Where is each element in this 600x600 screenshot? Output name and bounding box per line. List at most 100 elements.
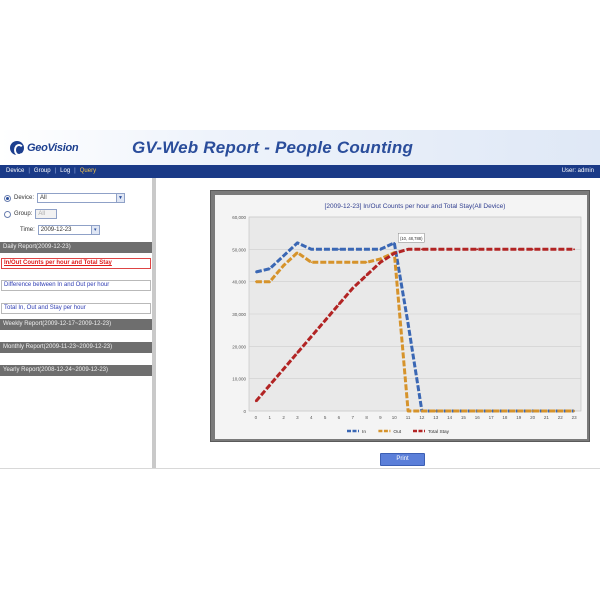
data-point <box>545 248 548 251</box>
legend-label: In <box>362 429 366 435</box>
x-tick-label: 4 <box>310 415 313 420</box>
x-tick-label: 7 <box>351 415 354 420</box>
data-point <box>559 248 562 251</box>
data-point <box>407 248 409 251</box>
x-tick-label: 21 <box>544 415 550 420</box>
data-point <box>255 400 257 403</box>
data-point <box>255 271 257 273</box>
daily-report-header[interactable]: Daily Report(2009-12-23) <box>0 242 152 253</box>
data-point <box>490 410 492 412</box>
nav-item-group[interactable]: Group <box>34 168 51 174</box>
monthly-report-header[interactable]: Monthly Report(2009-11-23~2009-12-23) <box>0 342 152 353</box>
report-link-total-in-out-stay[interactable]: Total In, Out and Stay per hour <box>1 303 151 314</box>
time-row: Time: 2009-12-23 ▾ <box>20 225 100 235</box>
footer-divider <box>0 468 600 469</box>
x-tick-label: 11 <box>406 415 411 420</box>
data-point <box>282 264 285 267</box>
group-label: Group: <box>14 211 33 217</box>
x-tick-label: 19 <box>516 415 522 420</box>
group-select[interactable]: All <box>35 209 58 219</box>
data-point <box>407 322 409 325</box>
data-point <box>365 248 368 251</box>
nav-item-log[interactable]: Log <box>60 168 70 174</box>
date-input[interactable]: 2009-12-23 ▾ <box>37 225 100 235</box>
chevron-down-icon: ▼ <box>116 194 125 202</box>
user-label: User: admin <box>561 168 594 174</box>
data-point <box>351 287 354 290</box>
data-point <box>324 248 326 251</box>
calendar-icon[interactable]: ▾ <box>90 226 99 234</box>
data-point <box>268 280 271 283</box>
data-point <box>517 410 520 412</box>
page-title: GV-Web Report - People Counting <box>132 138 414 157</box>
data-point <box>407 410 409 412</box>
x-tick-label: 14 <box>447 415 453 420</box>
data-point <box>476 248 479 251</box>
report-link-difference[interactable]: Difference between In and Out per hour <box>1 280 151 291</box>
data-point <box>282 254 285 257</box>
data-point <box>573 248 575 251</box>
data-point <box>255 280 257 283</box>
data-point <box>338 303 340 306</box>
x-tick-label: 8 <box>365 415 368 420</box>
data-point <box>296 241 299 244</box>
data-point <box>310 248 313 251</box>
device-radio[interactable] <box>4 194 11 202</box>
data-point <box>351 261 354 264</box>
x-tick-label: 15 <box>461 415 467 420</box>
nav-separator: | <box>74 168 76 174</box>
tooltip-text: (10, 48,788) <box>400 236 423 241</box>
nav-separator: | <box>28 168 30 174</box>
data-point <box>517 248 520 251</box>
x-tick-label: 18 <box>502 415 508 420</box>
data-point <box>393 241 396 244</box>
x-tick-label: 22 <box>558 415 564 420</box>
data-point <box>268 384 271 387</box>
device-select-value: All <box>40 195 47 201</box>
data-point <box>434 410 437 412</box>
x-tick-label: 13 <box>433 415 439 420</box>
data-point <box>338 248 340 251</box>
nav-bar: Device | Group | Log | Query User: admin <box>0 165 600 178</box>
group-radio[interactable] <box>4 210 11 218</box>
device-select[interactable]: All ▼ <box>37 193 126 203</box>
x-tick-label: 0 <box>255 415 258 420</box>
group-row: Group: All <box>4 209 58 219</box>
device-label: Device: <box>14 195 35 201</box>
y-tick-label: 0 <box>243 409 246 414</box>
y-tick-label: 40,000 <box>232 280 246 285</box>
print-button[interactable]: Print <box>380 453 425 466</box>
x-tick-label: 17 <box>489 415 495 420</box>
geovision-logo-icon <box>10 141 24 156</box>
y-tick-label: 50,000 <box>232 247 246 252</box>
time-label: Time: <box>20 227 35 233</box>
x-tick-label: 9 <box>379 415 382 420</box>
weekly-report-header[interactable]: Weekly Report(2009-12-17~2009-12-23) <box>0 319 152 330</box>
left-panel: Device: All ▼ Group: All Time: 2009-12-2… <box>0 178 156 468</box>
app-window: GeoVision GV-Web Report - People Countin… <box>0 0 600 600</box>
data-point <box>282 368 285 370</box>
legend-label: Out <box>393 429 401 435</box>
data-point <box>296 251 299 254</box>
data-point <box>531 248 534 251</box>
chart-frame: [2009-12-23] In/Out Counts per hour and … <box>210 190 590 442</box>
y-tick-label: 10,000 <box>232 377 246 382</box>
group-select-value: All <box>38 211 46 217</box>
data-point <box>379 248 382 251</box>
nav-item-query[interactable]: Query <box>80 168 96 174</box>
data-point <box>559 410 562 412</box>
data-point <box>448 248 451 251</box>
yearly-report-header[interactable]: Yearly Report(2008-12-24~2009-12-23) <box>0 365 152 376</box>
people-counting-chart: [2009-12-23] In/Out Counts per hour and … <box>232 203 582 435</box>
x-tick-label: 3 <box>296 415 299 420</box>
data-point <box>324 319 326 322</box>
device-row: Device: All ▼ <box>4 193 126 203</box>
data-point <box>462 410 465 412</box>
report-link-inout-total-stay[interactable]: In/Out Counts per hour and Total Stay <box>1 258 151 269</box>
data-point <box>324 261 326 264</box>
x-tick-label: 23 <box>572 415 578 420</box>
data-point <box>351 248 354 251</box>
x-tick-label: 10 <box>392 415 398 420</box>
nav-item-device[interactable]: Device <box>6 168 24 174</box>
data-point <box>338 261 340 264</box>
